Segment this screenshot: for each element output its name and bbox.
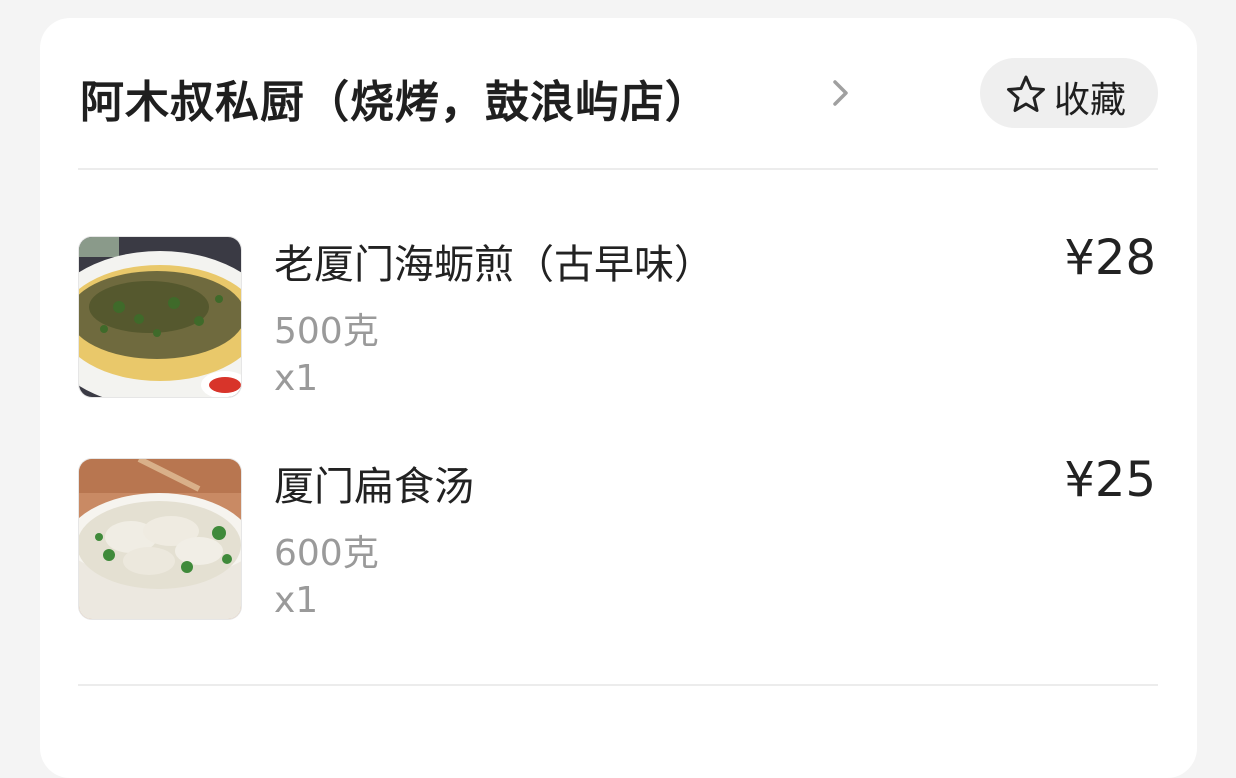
item-price: ¥25 [1064,452,1156,508]
item-quantity: x1 [274,580,319,621]
oyster-omelette-photo [78,236,242,398]
items-divider [78,684,1158,686]
star-outline-icon [1007,75,1045,112]
item-name: 厦门扁食汤 [274,464,474,510]
wonton-soup-photo [78,458,242,620]
chevron-right-icon[interactable] [825,78,855,108]
item-spec: 500克 [274,311,379,352]
header-divider [78,168,1158,170]
store-header: 阿木叔私厨（烧烤，鼓浪屿店） 收藏 [80,58,1158,130]
order-store-card: 阿木叔私厨（烧烤，鼓浪屿店） 收藏 老厦门海蛎煎（古早味） 500克 x1 ¥2… [40,18,1197,778]
favorite-button[interactable]: 收藏 [980,58,1158,128]
item-price: ¥28 [1064,230,1156,286]
item-spec: 600克 [274,533,379,574]
item-name: 老厦门海蛎煎（古早味） [274,242,714,288]
store-name-link[interactable]: 阿木叔私厨（烧烤，鼓浪屿店） [80,66,710,130]
order-item[interactable]: 老厦门海蛎煎（古早味） 500克 x1 ¥28 [78,230,1158,406]
order-item[interactable]: 厦门扁食汤 600克 x1 ¥25 [78,452,1158,628]
favorite-label: 收藏 [1054,80,1127,121]
item-quantity: x1 [274,358,319,399]
